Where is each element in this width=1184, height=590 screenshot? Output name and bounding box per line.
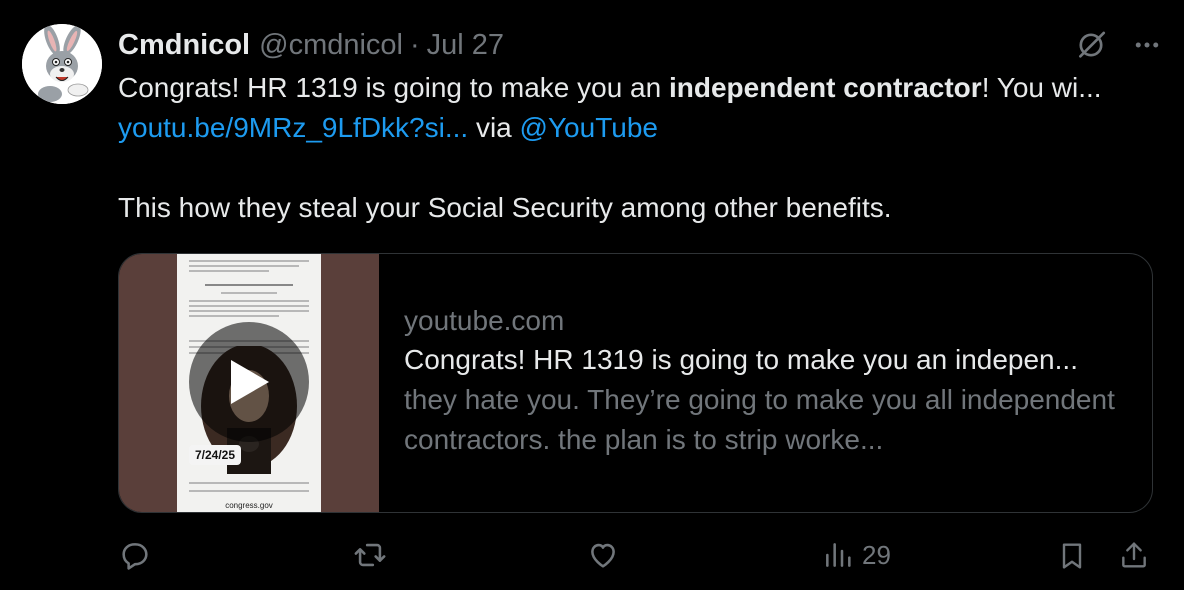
tweet-text-bold: independent contractor	[668, 72, 982, 103]
heart-icon	[591, 543, 615, 568]
tweet-text: Congrats! HR 1319 is going to make you a…	[118, 68, 1128, 228]
retweet-icon	[354, 543, 386, 567]
author-name[interactable]: Cmdnicol	[118, 29, 250, 62]
like-button[interactable]	[586, 538, 620, 572]
bookmark-icon	[1062, 543, 1082, 569]
thumbnail-footer-text: congress.gov	[225, 501, 273, 510]
tweet-text-second-paragraph: This how they steal your Social Security…	[118, 192, 892, 223]
author-handle[interactable]: @cmdnicol	[259, 29, 403, 62]
card-meta: youtube.com Congrats! HR 1319 is going t…	[404, 302, 1134, 460]
video-thumbnail[interactable]: 7/24/25 congress.gov	[119, 254, 379, 512]
tweet-text-via: via	[468, 112, 520, 143]
tweet-actions: 29	[0, 530, 1184, 586]
share-icon	[1122, 542, 1146, 568]
youtube-link[interactable]: youtu.be/9MRz_9LfDkk?si...	[118, 112, 468, 143]
bookmark-button[interactable]	[1056, 538, 1088, 574]
share-button[interactable]	[1118, 538, 1150, 572]
header-actions	[1074, 28, 1162, 62]
grok-icon[interactable]	[1074, 28, 1108, 62]
separator-dot: ·	[410, 28, 420, 61]
more-options-icon[interactable]	[1132, 30, 1162, 60]
card-domain: youtube.com	[404, 305, 565, 336]
card-title: Congrats! HR 1319 is going to make you a…	[404, 344, 1078, 375]
views-count: 29	[862, 539, 891, 570]
avatar[interactable]	[22, 24, 102, 104]
views-button[interactable]: 29	[822, 538, 891, 572]
play-button[interactable]	[189, 322, 309, 442]
tweet-text-part2: ! You wi...	[981, 72, 1102, 103]
link-preview-card[interactable]: 7/24/25 congress.gov youtube.com Congrat…	[118, 253, 1153, 513]
tweet-header: Cmdnicol @cmdnicol · Jul 27	[118, 26, 504, 64]
cartoon-bunny-avatar-image	[22, 24, 102, 104]
tweet-text-part1: Congrats! HR 1319 is going to make you a…	[118, 72, 669, 103]
retweet-button[interactable]	[352, 538, 388, 572]
video-date-badge: 7/24/25	[189, 445, 241, 465]
card-description: they hate you. They’re going to make you…	[404, 384, 1115, 455]
tweet-date[interactable]: Jul 27	[427, 29, 504, 62]
youtube-mention[interactable]: @YouTube	[520, 112, 658, 143]
views-icon	[826, 543, 851, 567]
play-icon	[231, 360, 269, 404]
reply-button[interactable]	[118, 538, 152, 572]
reply-icon	[122, 543, 148, 570]
